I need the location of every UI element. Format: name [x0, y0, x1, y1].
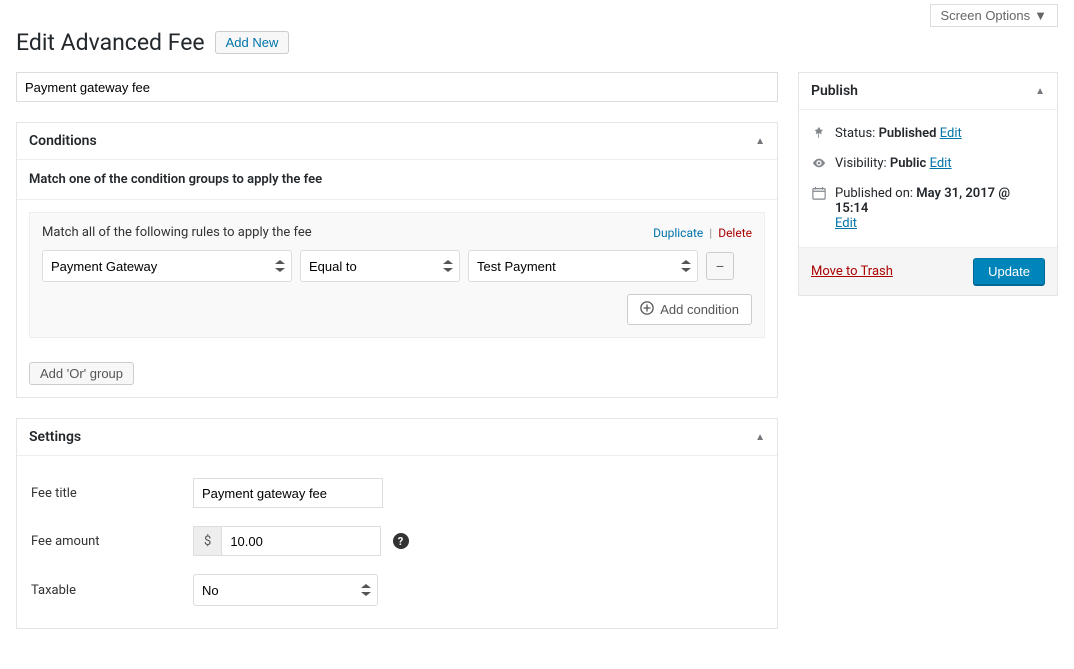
conditions-panel-title: Conditions: [29, 133, 97, 149]
help-icon[interactable]: ?: [393, 533, 409, 549]
condition-field-select[interactable]: Payment Gateway: [42, 250, 292, 282]
add-new-button[interactable]: Add New: [215, 31, 290, 54]
delete-group-link[interactable]: Delete: [718, 226, 752, 240]
publish-panel: Publish ▲ Status: Published Edit: [798, 72, 1058, 296]
pin-icon: [811, 126, 827, 144]
eye-icon: [811, 156, 827, 174]
remove-condition-button[interactable]: −: [706, 252, 734, 280]
conditions-panel: Conditions ▲ Match one of the condition …: [16, 122, 778, 398]
published-label: Published on:: [835, 186, 913, 201]
duplicate-group-link[interactable]: Duplicate: [653, 226, 703, 240]
publish-panel-title: Publish: [811, 83, 858, 99]
condition-row: Payment Gateway Equal to Test Payment −: [42, 250, 752, 282]
calendar-icon: [811, 186, 827, 204]
settings-panel-title: Settings: [29, 429, 81, 445]
post-title-input[interactable]: [16, 72, 778, 102]
collapse-conditions-icon[interactable]: ▲: [755, 136, 765, 147]
screen-options-label: Screen Options: [941, 8, 1031, 23]
edit-published-link[interactable]: Edit: [835, 216, 857, 231]
minus-icon: −: [716, 258, 724, 274]
condition-group-title: Match all of the following rules to appl…: [42, 225, 312, 240]
conditions-intro: Match one of the condition groups to app…: [17, 160, 777, 200]
taxable-select[interactable]: No: [193, 574, 378, 606]
add-condition-label: Add condition: [660, 302, 739, 317]
fee-title-input[interactable]: [193, 478, 383, 508]
taxable-label: Taxable: [31, 566, 191, 614]
edit-status-link[interactable]: Edit: [940, 126, 962, 141]
visibility-value: Public: [890, 156, 926, 171]
page-title: Edit Advanced Fee: [16, 29, 205, 56]
fee-amount-label: Fee amount: [31, 518, 191, 564]
edit-visibility-link[interactable]: Edit: [930, 156, 952, 171]
collapse-publish-icon[interactable]: ▲: [1035, 86, 1045, 97]
settings-panel: Settings ▲ Fee title Fee amount: [16, 418, 778, 629]
caret-down-icon: ▼: [1034, 8, 1047, 23]
condition-operator-select[interactable]: Equal to: [300, 250, 460, 282]
add-or-group-button[interactable]: Add 'Or' group: [29, 362, 134, 385]
collapse-settings-icon[interactable]: ▲: [755, 432, 765, 443]
move-to-trash-link[interactable]: Move to Trash: [811, 264, 893, 279]
status-label: Status:: [835, 126, 875, 141]
update-button[interactable]: Update: [973, 258, 1045, 285]
separator: |: [709, 226, 712, 240]
currency-symbol: $: [193, 526, 221, 556]
fee-amount-input[interactable]: [221, 526, 381, 556]
fee-title-label: Fee title: [31, 470, 191, 516]
visibility-label: Visibility:: [835, 156, 887, 171]
condition-group: Match all of the following rules to appl…: [29, 212, 765, 338]
add-condition-button[interactable]: Add condition: [627, 294, 752, 325]
condition-value-select[interactable]: Test Payment: [468, 250, 698, 282]
screen-options-button[interactable]: Screen Options ▼: [930, 4, 1058, 27]
status-value: Published: [879, 126, 937, 141]
plus-circle-icon: [640, 301, 654, 318]
